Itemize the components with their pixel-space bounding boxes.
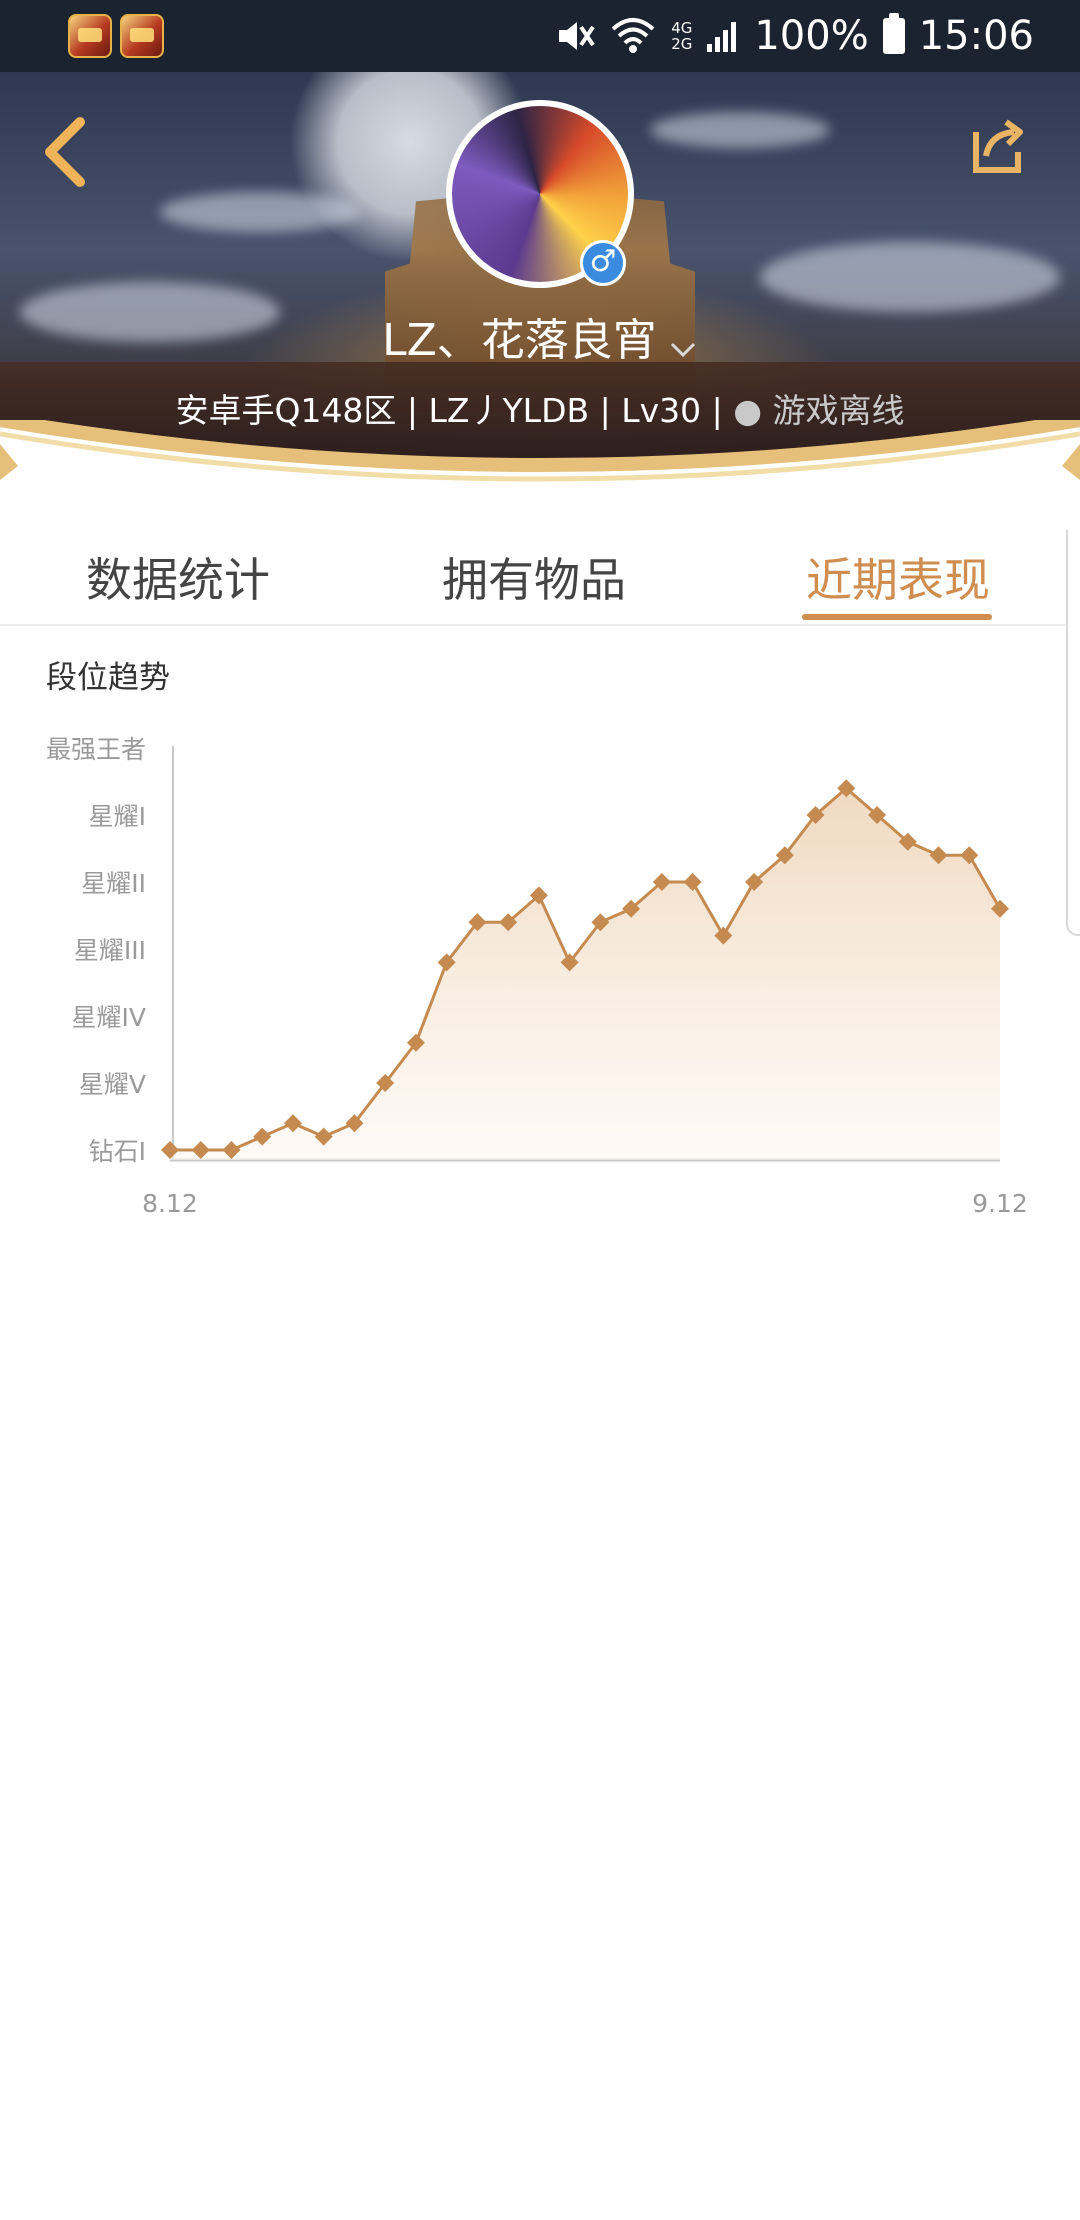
rank-trend-chart: 钻石I 星耀V 星耀IV 星耀III 星耀II 星耀I 最强王者 8.12 9.12 xyxy=(46,735,1028,1218)
notification-app-icon xyxy=(120,14,164,58)
back-button[interactable] xyxy=(36,112,96,192)
player-nickname: LZ、花落良宵 xyxy=(382,315,657,366)
tab-data-stats[interactable]: 数据统计 xyxy=(48,544,308,610)
battery-icon xyxy=(882,13,905,54)
mute-icon xyxy=(559,22,595,50)
network-4g-label: 4G xyxy=(671,19,693,37)
signal-icon xyxy=(707,22,737,52)
x-end-label: 9.12 xyxy=(972,1189,1028,1218)
tab-recent-performance[interactable]: 近期表现 xyxy=(768,544,1028,610)
network-type: 4G 2G xyxy=(671,20,692,52)
battery-percent: 100% xyxy=(754,13,869,59)
y-tick-label: 星耀III xyxy=(74,936,146,965)
share-button[interactable] xyxy=(970,116,1030,176)
chevron-left-icon xyxy=(45,117,85,187)
notification-app-icon xyxy=(68,14,112,58)
decorative-trim xyxy=(0,420,1080,530)
active-tab-indicator xyxy=(802,614,992,620)
y-tick-label: 星耀V xyxy=(79,1070,146,1099)
y-tick-label: 星耀I xyxy=(89,802,146,831)
wifi-icon xyxy=(611,18,655,53)
y-tick-label: 最强王者 xyxy=(46,735,146,764)
y-tick-label: 星耀II xyxy=(81,869,146,898)
y-tick-label: 星耀IV xyxy=(72,1003,146,1032)
network-2g-label: 2G xyxy=(671,35,693,53)
status-bar: 4G 2G 100% 15:06 xyxy=(0,0,1080,72)
clock: 15:06 xyxy=(918,13,1034,59)
x-start-label: 8.12 xyxy=(142,1189,198,1218)
male-gender-icon: ♂ xyxy=(580,240,626,286)
tab-bar: 数据统计 拥有物品 近期表现 xyxy=(0,530,1080,626)
chevron-down-icon xyxy=(668,333,698,368)
tab-owned-items[interactable]: 拥有物品 xyxy=(404,544,664,610)
share-icon xyxy=(973,119,1023,173)
trend-area xyxy=(170,788,1000,1160)
chart-title: 段位趋势 xyxy=(46,660,170,696)
y-tick-label: 钻石I xyxy=(89,1137,146,1166)
nickname-row[interactable]: LZ、花落良宵 xyxy=(0,304,1080,368)
